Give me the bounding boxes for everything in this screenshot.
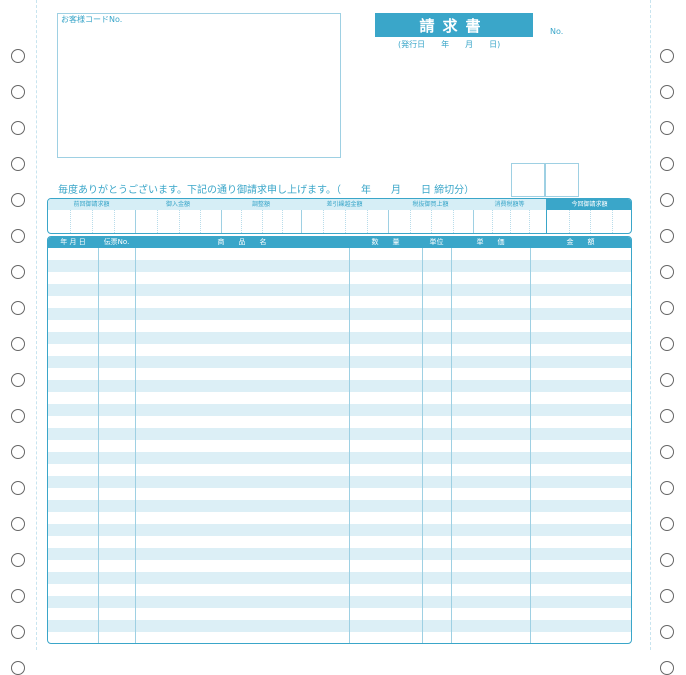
column-divider	[135, 248, 136, 643]
tractor-hole	[11, 589, 25, 603]
tractor-hole	[11, 373, 25, 387]
digit-tick	[569, 210, 570, 233]
digit-tick	[345, 210, 346, 233]
tractor-hole	[11, 409, 25, 423]
digit-tick	[492, 210, 493, 233]
tractor-hole	[660, 157, 674, 171]
tractor-hole	[660, 373, 674, 387]
tractor-hole	[660, 85, 674, 99]
document-title: 請求書	[375, 13, 533, 37]
digit-tick	[590, 210, 591, 233]
col-product-header: 商 品 名	[217, 238, 267, 246]
summary-header: 前回御請求額	[48, 199, 135, 210]
digit-tick	[70, 210, 71, 233]
tractor-hole	[660, 193, 674, 207]
tractor-hole	[660, 661, 674, 675]
tractor-hole	[11, 265, 25, 279]
column-divider	[530, 248, 531, 643]
col-date-header: 年 月 日	[60, 238, 86, 246]
tractor-hole	[660, 229, 674, 243]
digit-tick	[114, 210, 115, 233]
column-divider	[451, 248, 452, 643]
customer-code-label: お客様コードNo.	[61, 15, 123, 24]
tractor-hole	[11, 193, 25, 207]
digit-tick	[431, 210, 432, 233]
issue-date-label: (発行日 年 月 日)	[398, 40, 501, 49]
column-divider	[422, 248, 423, 643]
digit-tick	[241, 210, 242, 233]
summary-cell: 調整額	[221, 199, 302, 233]
tractor-hole	[660, 445, 674, 459]
digit-tick	[529, 210, 530, 233]
stamp-box-1	[511, 163, 546, 197]
summary-header: 消費税額等	[473, 199, 546, 210]
tractor-hole	[660, 589, 674, 603]
tractor-hole	[11, 661, 25, 675]
document-number-label: No.	[550, 27, 564, 36]
tractor-hole	[11, 517, 25, 531]
digit-tick	[323, 210, 324, 233]
col-slip-header: 伝票No.	[103, 238, 130, 246]
tractor-hole	[660, 49, 674, 63]
tractor-hole	[660, 553, 674, 567]
digit-tick	[510, 210, 511, 233]
stamp-box-2	[544, 163, 579, 197]
summary-header: 御入金額	[135, 199, 221, 210]
tractor-hole	[11, 625, 25, 639]
summary-cell-total: 今回御請求額	[546, 199, 631, 233]
tractor-hole	[660, 121, 674, 135]
tractor-hole	[11, 337, 25, 351]
summary-header: 調整額	[221, 199, 301, 210]
tractor-hole	[11, 49, 25, 63]
summary-cell: 前回御請求額	[48, 199, 136, 233]
column-divider	[349, 248, 350, 643]
tractor-hole	[11, 157, 25, 171]
column-divider	[98, 248, 99, 643]
tractor-hole	[11, 481, 25, 495]
digit-tick	[157, 210, 158, 233]
tractor-hole	[11, 121, 25, 135]
digit-tick	[262, 210, 263, 233]
tractor-hole	[11, 85, 25, 99]
table-header-row: 年 月 日 伝票No. 商 品 名 数 量 単位 単 価 金 額	[48, 237, 631, 248]
digit-tick	[200, 210, 201, 233]
tractor-hole	[660, 337, 674, 351]
summary-cell: 消費税額等	[473, 199, 547, 233]
tractor-hole	[660, 409, 674, 423]
tractor-hole	[660, 625, 674, 639]
tractor-hole	[11, 301, 25, 315]
tractor-hole	[11, 229, 25, 243]
digit-tick	[410, 210, 411, 233]
tractor-hole	[11, 553, 25, 567]
summary-cell: 御入金額	[135, 199, 222, 233]
digit-tick	[92, 210, 93, 233]
customer-address-box	[57, 13, 341, 158]
digit-tick	[367, 210, 368, 233]
greeting-text: 毎度ありがとうございます。下記の通り御請求申し上げます。（ 年 月 日 締切分）	[58, 185, 475, 196]
summary-cell: 差引繰越金額	[301, 199, 389, 233]
tractor-hole	[660, 517, 674, 531]
digit-tick	[282, 210, 283, 233]
tractor-hole	[11, 445, 25, 459]
tractor-hole	[660, 481, 674, 495]
col-amount-header: 金 額	[566, 238, 595, 246]
summary-cell: 税抜御買上額	[388, 199, 474, 233]
detail-table: 年 月 日 伝票No. 商 品 名 数 量 単位 単 価 金 額	[47, 236, 632, 644]
digit-tick	[453, 210, 454, 233]
digit-tick	[179, 210, 180, 233]
col-price-header: 単 価	[476, 238, 505, 246]
digit-tick	[612, 210, 613, 233]
col-quantity-header: 数 量	[371, 238, 400, 246]
summary-header-total: 今回御請求額	[547, 199, 631, 210]
summary-header: 税抜御買上額	[388, 199, 473, 210]
summary-row: 前回御請求額 御入金額 調整額 差引繰越金額 税抜御買上額 消費税額等 今回御請…	[47, 198, 632, 234]
tractor-hole	[660, 265, 674, 279]
tractor-hole	[660, 301, 674, 315]
col-unit-header: 単位	[429, 238, 444, 246]
summary-header: 差引繰越金額	[301, 199, 388, 210]
